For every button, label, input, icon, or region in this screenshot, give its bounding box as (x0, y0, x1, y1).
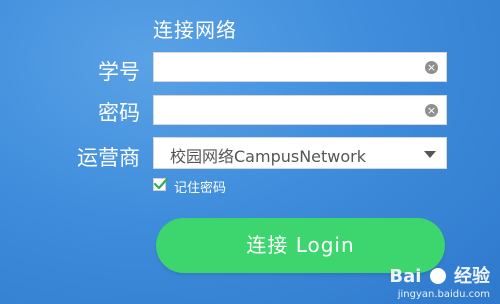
chevron-down-icon[interactable] (424, 151, 436, 158)
clear-icon[interactable]: × (425, 61, 438, 74)
remember-checkbox[interactable] (153, 177, 169, 191)
clear-icon[interactable]: × (425, 104, 438, 117)
watermark-url: jingyan.baidu.com (397, 289, 490, 300)
operator-select[interactable]: 校园网络CampusNetwork (153, 137, 447, 169)
paw-icon (429, 268, 446, 284)
watermark: Bai 经验 jingyan.baidu.com (389, 262, 490, 300)
operator-selected-value: 校园网络CampusNetwork (170, 147, 367, 166)
student-id-label: 学号 (98, 60, 140, 84)
remember-label: 记住密码 (174, 181, 227, 196)
password-field[interactable]: × (153, 95, 447, 125)
checkmark-icon (153, 177, 169, 190)
operator-label: 运营商 (77, 146, 140, 170)
password-label: 密码 (98, 101, 140, 125)
page-title: 连接网络 (153, 18, 237, 42)
student-id-field[interactable]: × (153, 52, 447, 82)
watermark-logo-left: Bai (389, 266, 422, 287)
watermark-logo-right: 经验 (454, 266, 490, 287)
baidu-jingyan-logo: Bai 经验 (389, 262, 490, 288)
